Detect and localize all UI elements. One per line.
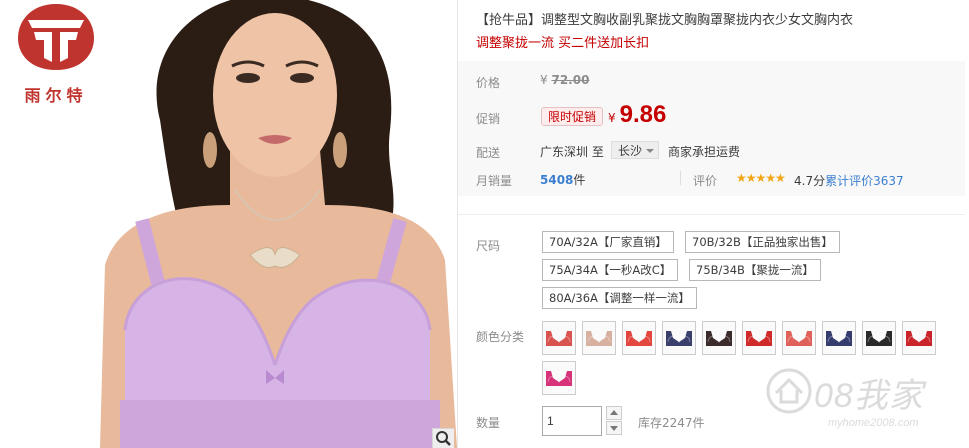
brand-logo: 雨尔特 [8, 2, 104, 112]
rating-stars-icon: ★★★★★ [736, 171, 786, 185]
stock-count: 库存2247件 [638, 416, 705, 430]
size-option[interactable]: 75B/34B【聚拢一流】 [689, 259, 821, 281]
monthly-sales: 5408件 [540, 171, 585, 188]
size-option[interactable]: 75A/34A【一秒A改C】 [542, 259, 679, 281]
color-swatch[interactable] [862, 321, 896, 355]
bra-icon [546, 371, 572, 386]
quantity-decrement-button[interactable] [606, 421, 622, 435]
site-watermark: 08我家 myhome2008.com [762, 362, 967, 446]
product-image-panel: 雨尔特 [0, 0, 457, 448]
chevron-down-icon [646, 149, 655, 153]
bra-icon [626, 331, 652, 346]
bra-icon [586, 331, 612, 346]
size-option[interactable]: 70A/32A【厂家直销】 [542, 231, 674, 253]
review-count-link[interactable]: 累计评价3637 [825, 174, 904, 188]
monthly-sales-label: 月销量 [476, 174, 513, 188]
shipping-label: 配送 [476, 146, 501, 160]
size-option[interactable]: 70B/32B【正品独家出售】 [685, 231, 840, 253]
shipping-to-word: 至 [591, 145, 604, 159]
original-price: ¥ 72.00 [540, 73, 589, 87]
color-swatch[interactable] [742, 321, 776, 355]
color-swatch[interactable] [542, 321, 576, 355]
color-swatch[interactable] [622, 321, 656, 355]
magnifier-icon [436, 431, 451, 446]
shipping-destination: 长沙 [618, 144, 643, 158]
quantity-input[interactable] [542, 406, 602, 436]
promo-badge: 限时促销 [541, 107, 604, 126]
promo-currency-symbol: ¥ [608, 111, 616, 125]
promo-price: ¥9.86 [608, 101, 666, 129]
shipping-origin: 广东深圳 至 [540, 143, 604, 160]
bra-icon [746, 331, 772, 346]
shipping-from: 广东深圳 [540, 145, 589, 159]
bra-icon [826, 331, 852, 346]
section-divider [458, 214, 965, 215]
product-photo [100, 0, 457, 448]
bra-icon [866, 331, 892, 346]
rating-summary: 4.7分累计评价3637 [794, 172, 904, 189]
color-swatch[interactable] [542, 361, 576, 395]
watermark-main-text: 08我家 [814, 377, 924, 415]
brand-logo-mark [18, 4, 94, 70]
price-box: 价格 ¥ 72.00 促销 限时促销 ¥9.86 配送 广东深圳 至 长沙 商家… [458, 61, 965, 196]
product-subtitle: 调整聚拢一流 买二件送加长扣 [476, 36, 650, 51]
size-option[interactable]: 80A/36A【调整一样一流】 [542, 287, 697, 309]
promo-price-value: 9.86 [619, 101, 667, 128]
promo-label: 促销 [476, 112, 501, 126]
bra-icon [666, 331, 692, 346]
product-title: 【抢牛品】调整型文胸收副乳聚拢文胸胸罩聚拢内衣少女文胸内衣 [476, 13, 854, 28]
rating-score: 4.7分 [794, 174, 826, 188]
original-price-value: 72.00 [551, 73, 590, 87]
color-swatch[interactable] [782, 321, 816, 355]
color-swatch[interactable] [902, 321, 936, 355]
monthly-sales-count: 5408 [540, 173, 574, 187]
size-label: 尺码 [476, 239, 501, 253]
quantity-increment-button[interactable] [606, 406, 622, 420]
color-swatch[interactable] [582, 321, 616, 355]
bra-icon [706, 331, 732, 346]
watermark-url: myhome2008.com [828, 417, 919, 429]
sales-divider [680, 171, 681, 185]
color-swatch[interactable] [822, 321, 856, 355]
price-label: 价格 [476, 76, 501, 90]
bra-icon [906, 331, 932, 346]
color-swatch[interactable] [662, 321, 696, 355]
quantity-label: 数量 [476, 416, 501, 430]
currency-symbol: ¥ [540, 73, 548, 87]
color-label: 颜色分类 [476, 330, 525, 344]
bra-icon [786, 331, 812, 346]
shipping-fee: 商家承担运费 [668, 145, 741, 159]
house-logo-icon [766, 368, 812, 414]
zoom-icon[interactable] [432, 428, 454, 448]
brand-logo-text: 雨尔特 [24, 86, 88, 105]
color-swatch[interactable] [702, 321, 736, 355]
bra-icon [546, 331, 572, 346]
monthly-sales-unit: 件 [573, 173, 586, 187]
shipping-destination-select[interactable]: 长沙 [611, 141, 660, 159]
rating-label: 评价 [693, 174, 718, 188]
